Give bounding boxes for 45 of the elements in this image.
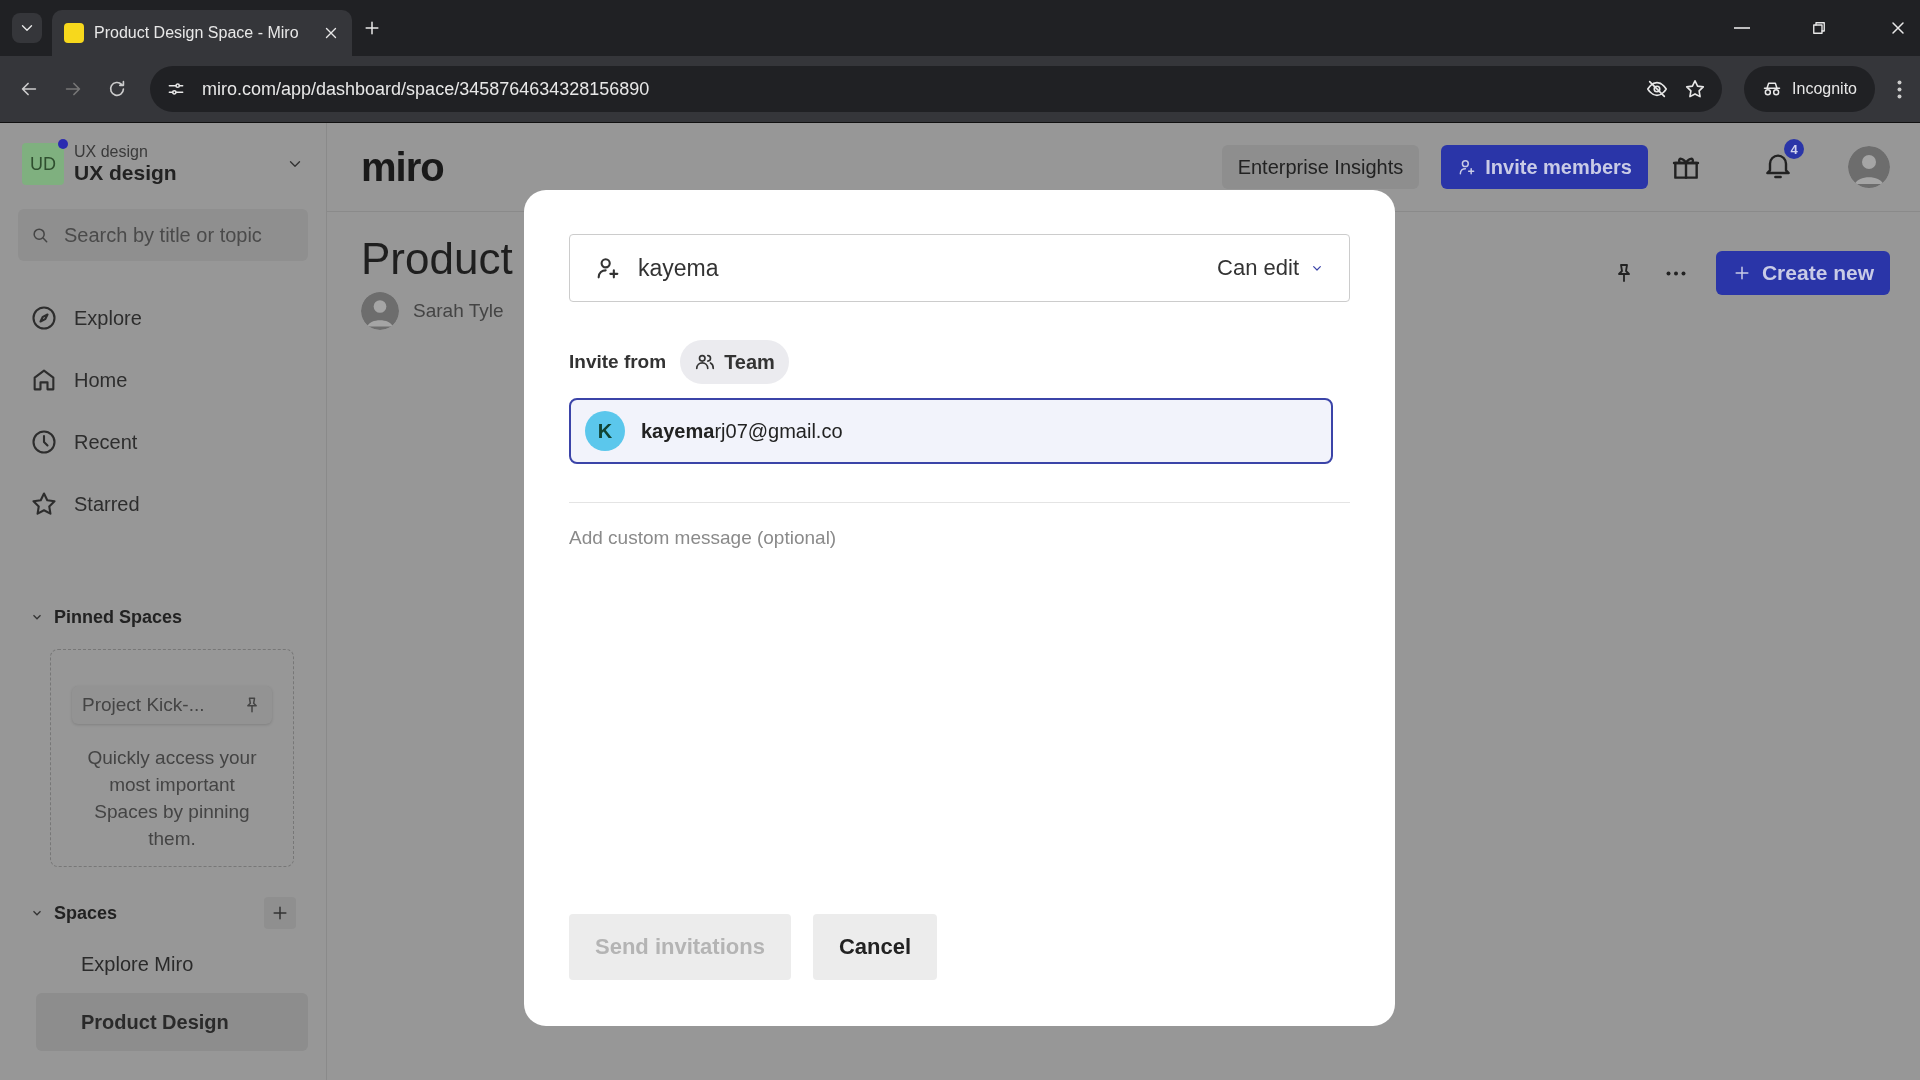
eye-off-icon bbox=[1646, 78, 1669, 100]
search-input[interactable]: Search by title or topic bbox=[62, 222, 286, 248]
sidebar-item[interactable]: Explore bbox=[18, 287, 308, 349]
favicon-icon bbox=[64, 23, 84, 43]
add-space-button[interactable] bbox=[264, 897, 296, 929]
search-icon bbox=[30, 225, 50, 245]
team-chip[interactable]: Team bbox=[680, 340, 789, 384]
section-title[interactable]: Spaces bbox=[54, 902, 254, 924]
more-icon[interactable] bbox=[1665, 270, 1686, 276]
incognito-icon bbox=[1762, 79, 1783, 99]
browser-tab[interactable]: Product Design Space - Miro bbox=[52, 10, 352, 56]
role-dropdown[interactable]: Can edit bbox=[1217, 255, 1325, 281]
restore-icon bbox=[1810, 19, 1828, 37]
section-title[interactable]: Pinned Spaces bbox=[54, 606, 296, 628]
page-title: Product bbox=[361, 234, 513, 284]
sidebar-item[interactable]: Home bbox=[18, 349, 308, 411]
sidebar-item[interactable]: Recent bbox=[18, 411, 308, 473]
workspace-caption: UX design bbox=[74, 143, 149, 161]
logo[interactable]: miro bbox=[361, 144, 1200, 190]
message-field[interactable]: Add custom message (optional) bbox=[569, 517, 1350, 559]
address-bar[interactable]: miro.com/app/dashboard/space/3458764634328156890 bbox=[150, 66, 1723, 112]
workspace-name[interactable]: UX design bbox=[74, 161, 276, 185]
notification-count: 4 bbox=[1784, 139, 1804, 159]
star-icon bbox=[30, 490, 58, 518]
sidebar-item[interactable]: Starred bbox=[18, 473, 308, 535]
email-suggestion[interactable]: K kayemarj07@gmail.co bbox=[569, 398, 1333, 464]
star-icon bbox=[1684, 78, 1707, 100]
owner-name: Sarah Tyle bbox=[413, 300, 504, 322]
invite-from-label: Invite from bbox=[569, 351, 667, 373]
pinned-hint: Quickly access your most important Spaces by pinning them. bbox=[86, 746, 258, 851]
space-item[interactable]: Product Design bbox=[36, 993, 308, 1051]
space-item[interactable]: Explore Miro bbox=[36, 935, 308, 993]
incognito-badge[interactable]: Incognito bbox=[1744, 66, 1875, 112]
user-initial-avatar: K bbox=[585, 411, 625, 451]
compass-icon bbox=[30, 304, 58, 332]
cancel-button[interactable]: Cancel bbox=[812, 914, 938, 980]
create-new-button[interactable]: Create new bbox=[1715, 251, 1890, 295]
enterprise-insights-button[interactable]: Enterprise Insights bbox=[1221, 145, 1420, 189]
search-field[interactable]: Search by title or topic bbox=[18, 209, 308, 261]
clock-icon bbox=[30, 428, 58, 456]
more-icon[interactable] bbox=[1897, 79, 1902, 99]
invite-members-button[interactable]: Invite members bbox=[1441, 145, 1648, 189]
invite-input-field[interactable]: kayema Can edit bbox=[569, 234, 1350, 302]
avatar-icon bbox=[361, 292, 399, 330]
pinned-example: Project Kick-... bbox=[82, 694, 206, 716]
